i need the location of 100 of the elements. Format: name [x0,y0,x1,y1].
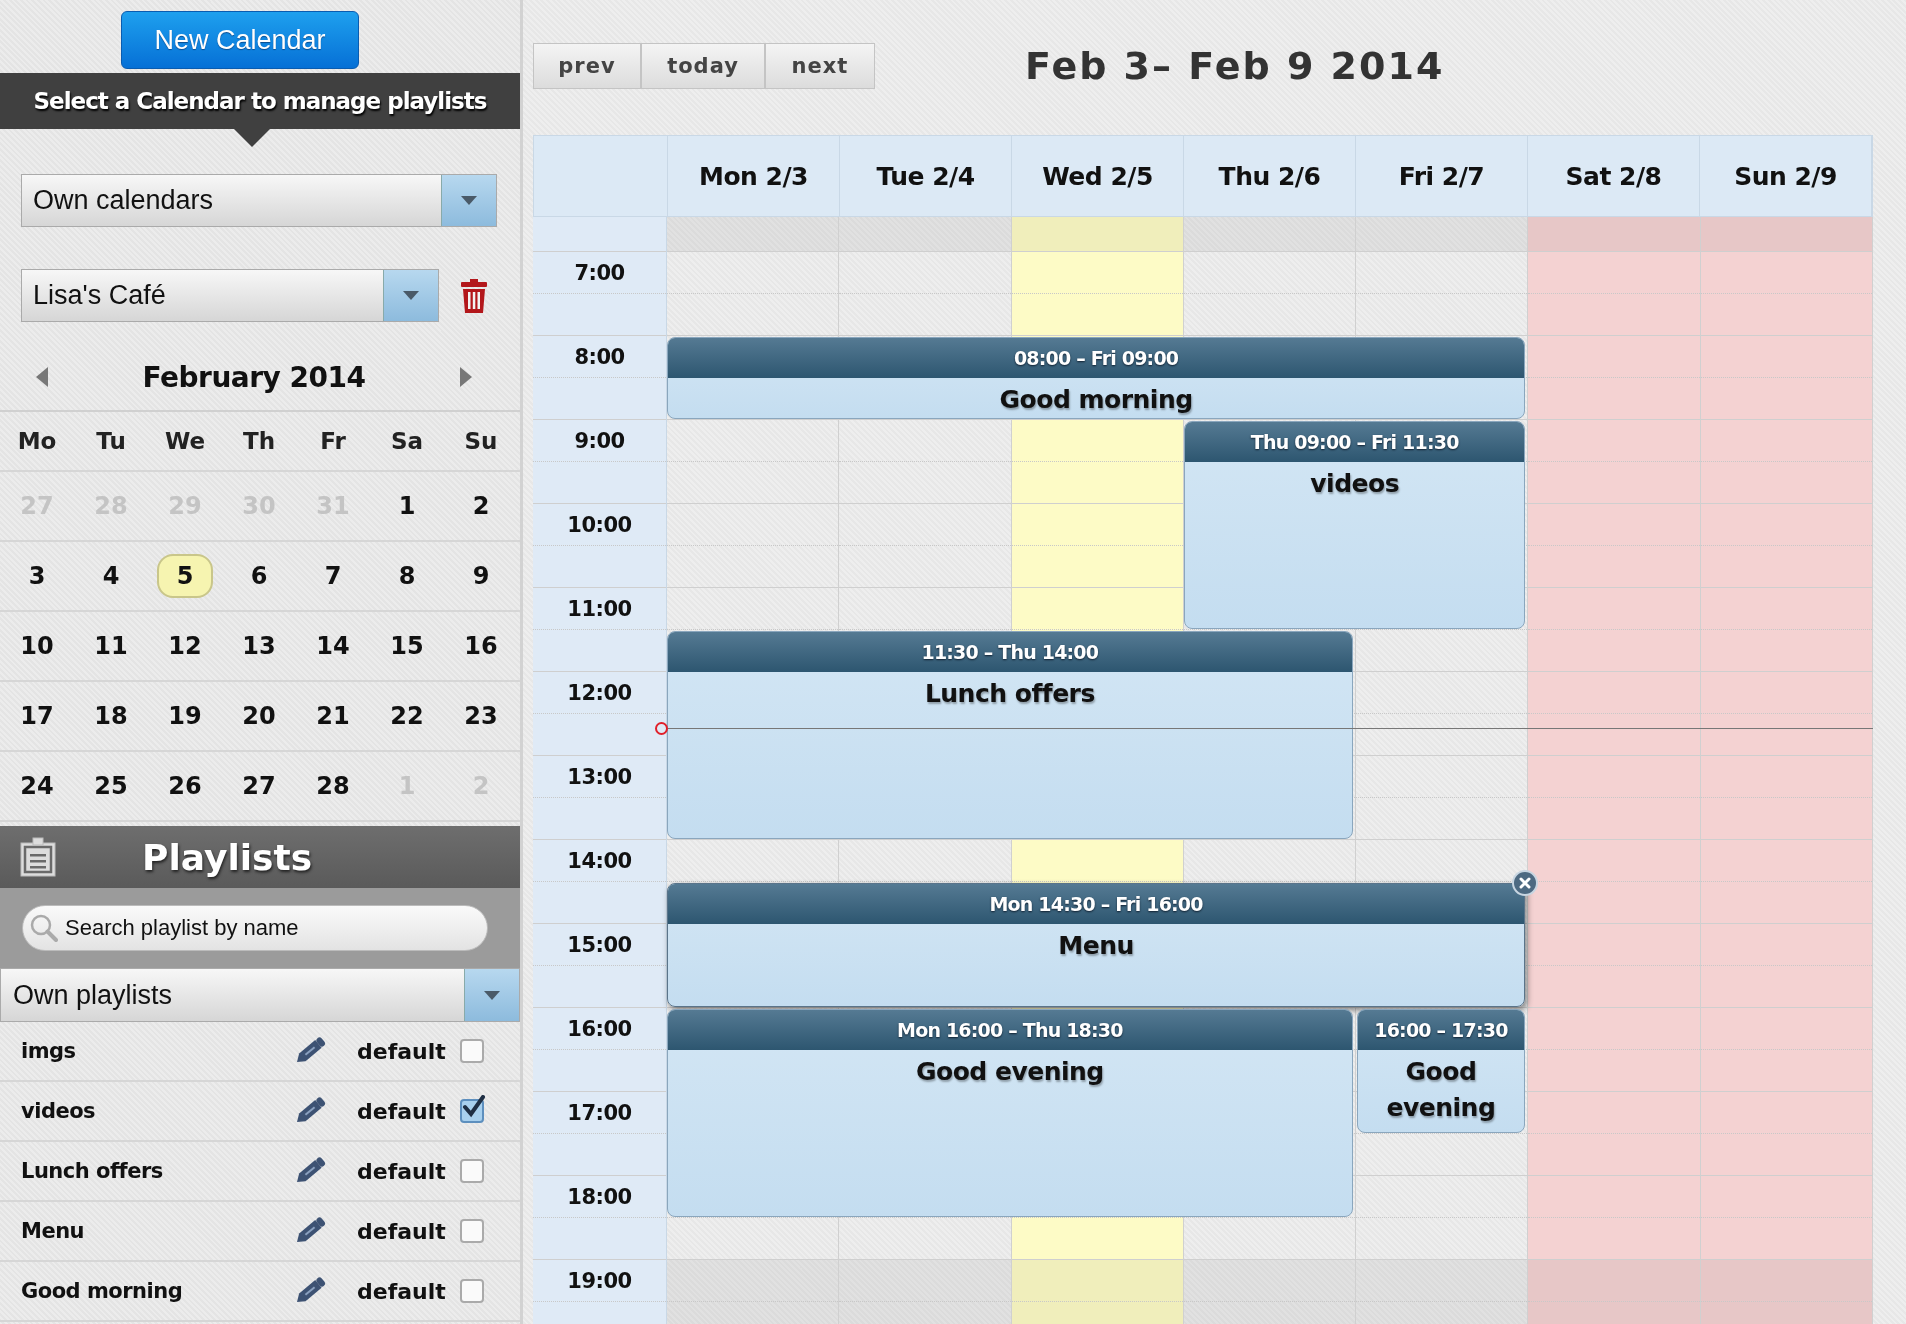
playlist-name[interactable]: imgs [21,1039,293,1063]
calendar-day[interactable]: 27 [230,764,288,808]
calendar-day[interactable]: 28 [304,764,362,808]
calendar-day[interactable]: 8 [379,554,435,598]
hour-label: 7:00 [574,260,625,285]
hour-label: 11:00 [567,596,632,621]
playlist-name[interactable]: Lunch offers [21,1159,293,1183]
new-calendar-button[interactable]: New Calendar [121,11,359,69]
week-title: Feb 3– Feb 9 2014 [1025,44,1445,88]
weekday-label: We [164,428,206,454]
hour-label: 12:00 [567,680,632,705]
calendar-dropdown[interactable]: Lisa's Café [21,269,439,322]
calendar-day[interactable]: 4 [83,554,139,598]
playlist-name[interactable]: Good morning [21,1279,293,1303]
calendar-day[interactable]: 10 [8,624,66,668]
hour-label: 9:00 [574,428,625,453]
search-field[interactable]: Search playlist by name [22,905,488,951]
calendar-day[interactable]: 11 [82,624,140,668]
nav-button[interactable]: next [765,43,875,89]
caret-icon [403,291,419,300]
event-title: Good evening [914,1056,1105,1088]
month-title: February 2014 [142,360,366,394]
clipboard-icon [20,837,56,877]
event-time: 11:30 – Thu 14:00 [668,632,1352,672]
event-title: Menu [1057,930,1135,962]
calendar-day[interactable]: 2 [453,484,509,528]
trash-icon[interactable] [461,278,487,313]
event-time: Thu 09:00 – Fri 11:30 [1185,422,1525,462]
caret-icon [484,990,500,1000]
day-header: Fri 2/7 [1398,161,1485,191]
event-card[interactable]: Mon 14:30 – Fri 16:00 Menu [667,883,1526,1007]
calendar-day[interactable]: 18 [82,694,140,738]
event-card[interactable]: Thu 09:00 – Fri 11:30 videos [1184,421,1526,629]
default-label: default [357,1218,446,1244]
weekday-label: Mo [17,428,57,454]
nav-button[interactable]: today [641,43,765,89]
calendar-day[interactable]: 24 [8,764,66,808]
calendar-day[interactable]: 14 [304,624,362,668]
hour-label: 14:00 [567,848,632,873]
calendar-day[interactable]: 16 [452,624,510,668]
day-header: Wed 2/5 [1042,161,1153,191]
weekday-label: Sa [390,428,424,454]
calendar-day[interactable]: 6 [231,554,287,598]
close-button[interactable] [1512,870,1539,896]
hour-label: 10:00 [567,512,632,537]
next-month-arrow[interactable] [460,367,472,387]
event-title: videos [1309,468,1401,500]
hour-label: 13:00 [567,764,632,789]
calendar-day[interactable]: 1 [379,484,435,528]
calendar-day[interactable]: 19 [156,694,214,738]
calendar-day[interactable]: 7 [305,554,361,598]
event-title: Good evening [1385,1056,1497,1125]
event-time: Mon 16:00 – Thu 18:30 [668,1010,1352,1050]
hour-label: 16:00 [567,1016,632,1041]
previous-month-arrow[interactable] [36,367,48,387]
weekday-label: Th [242,428,276,454]
day-header: Sun 2/9 [1734,161,1837,191]
calendar-day[interactable]: 26 [156,764,214,808]
playlist-filter-dropdown[interactable]: Own playlists [0,968,520,1022]
calendar-day[interactable]: 25 [82,764,140,808]
day-header: Mon 2/3 [699,161,808,191]
caret-icon [461,196,477,205]
event-card[interactable]: 11:30 – Thu 14:00 Lunch offers [667,631,1353,839]
playlist-name[interactable]: videos [21,1099,293,1123]
weekday-label: Fr [320,428,346,454]
playlist-name[interactable]: Menu [21,1219,293,1243]
calendar-day[interactable]: 3 [9,554,65,598]
calendar-filter-dropdown[interactable]: Own calendars [21,174,497,227]
default-checkbox[interactable] [459,1219,484,1243]
calendar-day[interactable]: 21 [304,694,362,738]
event-time: 08:00 – Fri 09:00 [668,338,1525,378]
hour-label: 8:00 [574,344,625,369]
calendar-day[interactable]: 13 [230,624,288,668]
event-card[interactable]: Mon 16:00 – Thu 18:30 Good evening [667,1009,1353,1217]
playlists-title: Playlists [142,836,313,878]
default-checkbox[interactable] [459,1039,484,1063]
default-label: default [357,1098,446,1124]
event-card[interactable]: 08:00 – Fri 09:00 Good morning [667,337,1526,419]
default-label: default [357,1278,446,1304]
default-checkbox[interactable] [459,1279,484,1303]
event-title: Good morning [998,384,1194,416]
default-label: default [357,1158,446,1184]
calendar-day[interactable]: 23 [452,694,510,738]
event-time: Mon 14:30 – Fri 16:00 [668,884,1525,924]
default-checkbox[interactable] [459,1159,484,1183]
day-header: Tue 2/4 [876,161,975,191]
calendar-day[interactable]: 22 [378,694,436,738]
hour-label: 18:00 [567,1184,632,1209]
banner-text: Select a Calendar to manage playlists [33,88,487,114]
nav-button[interactable]: prev [533,43,641,89]
calendar-day[interactable]: 20 [230,694,288,738]
calendar-day[interactable]: 12 [156,624,214,668]
calendar-day[interactable]: 9 [453,554,509,598]
hour-label: 17:00 [567,1100,632,1125]
calendar-day[interactable]: 17 [8,694,66,738]
calendar-day[interactable]: 5 [157,554,213,598]
hour-label: 19:00 [567,1268,632,1293]
calendar-day[interactable]: 15 [378,624,436,668]
event-time: 16:00 – 17:30 [1357,1010,1525,1050]
event-card[interactable]: 16:00 – 17:30 Good evening [1356,1009,1526,1133]
